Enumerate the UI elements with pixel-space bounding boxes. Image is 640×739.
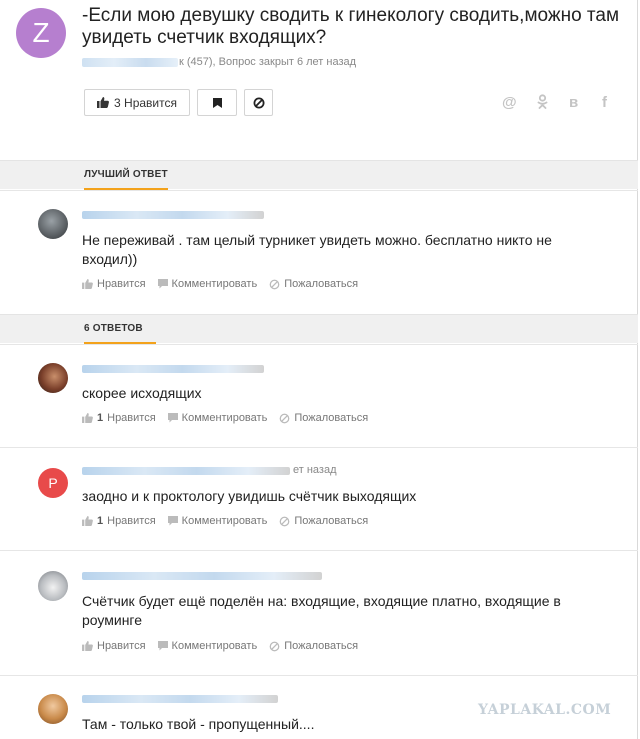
comment-icon: [167, 516, 178, 526]
answer-timestamp: ет назад: [293, 464, 337, 476]
answer-actions: Нравится Комментировать Пожаловаться: [82, 640, 358, 652]
vk-share-icon[interactable]: в: [569, 94, 578, 111]
report-icon: [269, 279, 280, 289]
best-answer-avatar[interactable]: [38, 209, 68, 239]
thumbs-up-icon: [97, 97, 109, 108]
answer-item: скорее исходящих 1 Нравится Комментирова…: [0, 344, 638, 447]
like-question-label: 3 Нравится: [114, 95, 177, 110]
answer-actions: 1 Нравится Комментировать Пожаловаться: [82, 412, 368, 424]
comment-icon: [157, 641, 168, 651]
thumbs-up-icon: [82, 516, 93, 526]
comment-button[interactable]: Комментировать: [157, 640, 258, 652]
answer-text: Не переживай . там целый турникет увидет…: [82, 232, 552, 267]
answer-avatar[interactable]: [38, 694, 68, 724]
answers-count-label: 6 ОТВЕТОВ: [84, 323, 143, 334]
like-label: Нравится: [107, 515, 156, 527]
like-label: Нравится: [97, 278, 146, 290]
comment-label: Комментировать: [181, 515, 268, 527]
report-icon: [279, 516, 290, 526]
comment-label: Комментировать: [181, 412, 268, 424]
like-question-button[interactable]: 3 Нравится: [84, 89, 190, 116]
answer-avatar[interactable]: [38, 363, 68, 393]
like-button[interactable]: 1 Нравится: [82, 412, 156, 424]
comment-label: Комментировать: [171, 640, 258, 652]
question-title: -Если мою девушку сводить к гинекологу с…: [82, 5, 620, 48]
report-icon: [269, 641, 280, 651]
block-icon: [253, 97, 264, 108]
report-button[interactable]: Пожаловаться: [279, 412, 368, 424]
like-button[interactable]: Нравится: [82, 278, 146, 290]
ok-share-icon[interactable]: [537, 94, 548, 113]
best-answer: Не переживай . там целый турникет увидет…: [0, 190, 638, 314]
report-icon: [279, 413, 290, 423]
mail-share-icon[interactable]: @: [502, 94, 517, 111]
answer-avatar[interactable]: P: [38, 468, 68, 498]
thumbs-up-icon: [82, 279, 93, 289]
bookmark-icon: [212, 97, 222, 108]
comment-label: Комментировать: [171, 278, 258, 290]
author-name-blurred[interactable]: [82, 365, 264, 373]
like-count: 1: [97, 412, 104, 424]
report-label: Пожаловаться: [294, 412, 369, 424]
bookmark-button[interactable]: [197, 89, 237, 116]
thumbs-up-icon: [82, 641, 93, 651]
comment-button[interactable]: Комментировать: [157, 278, 258, 290]
like-label: Нравится: [97, 640, 146, 652]
comment-icon: [157, 279, 168, 289]
answer-item: Счётчик будет ещё поделён на: входящие, …: [0, 550, 638, 675]
answers-header: 6 ОТВЕТОВ: [0, 314, 638, 344]
report-button[interactable]: Пожаловаться: [279, 515, 368, 527]
comment-button[interactable]: Комментировать: [167, 412, 268, 424]
like-button[interactable]: Нравится: [82, 640, 146, 652]
best-answer-label: ЛУЧШИЙ ОТВЕТ: [84, 169, 168, 180]
report-button[interactable]: Пожаловаться: [269, 640, 358, 652]
answer-avatar[interactable]: [38, 571, 68, 601]
like-label: Нравится: [107, 412, 156, 424]
thumbs-up-icon: [82, 413, 93, 423]
facebook-share-icon[interactable]: f: [602, 94, 607, 111]
answer-item: P ет назад заодно и к проктологу увидишь…: [0, 447, 638, 550]
like-count: 1: [97, 515, 104, 527]
report-label: Пожаловаться: [294, 515, 369, 527]
author-name-blurred[interactable]: [82, 57, 178, 67]
author-name-blurred[interactable]: [82, 211, 264, 219]
answer-text: скорее исходящих: [82, 385, 202, 401]
comment-button[interactable]: Комментировать: [167, 515, 268, 527]
best-answer-header: ЛУЧШИЙ ОТВЕТ: [0, 160, 638, 190]
question-meta: к (457), Вопрос закрыт 6 лет назад: [82, 56, 356, 68]
block-button[interactable]: [244, 89, 273, 116]
question-meta-text: к (457), Вопрос закрыт 6 лет назад: [179, 56, 357, 68]
answer-actions: 1 Нравится Комментировать Пожаловаться: [82, 515, 368, 527]
watermark: YAPLAKAL.COM: [478, 702, 612, 718]
answer-actions: Нравится Комментировать Пожаловаться: [82, 278, 358, 290]
odnoklassniki-icon: [537, 94, 548, 109]
comment-icon: [167, 413, 178, 423]
answer-text: заодно и к проктологу увидишь счётчик вы…: [82, 488, 417, 504]
report-button[interactable]: Пожаловаться: [269, 278, 358, 290]
like-button[interactable]: 1 Нравится: [82, 515, 156, 527]
author-name-blurred[interactable]: [82, 467, 290, 475]
author-name-blurred[interactable]: [82, 572, 322, 580]
author-name-blurred[interactable]: [82, 695, 278, 703]
report-label: Пожаловаться: [284, 640, 359, 652]
report-label: Пожаловаться: [284, 278, 359, 290]
question-author-avatar[interactable]: Z: [16, 8, 66, 58]
answer-text: Счётчик будет ещё поделён на: входящие, …: [82, 593, 561, 628]
